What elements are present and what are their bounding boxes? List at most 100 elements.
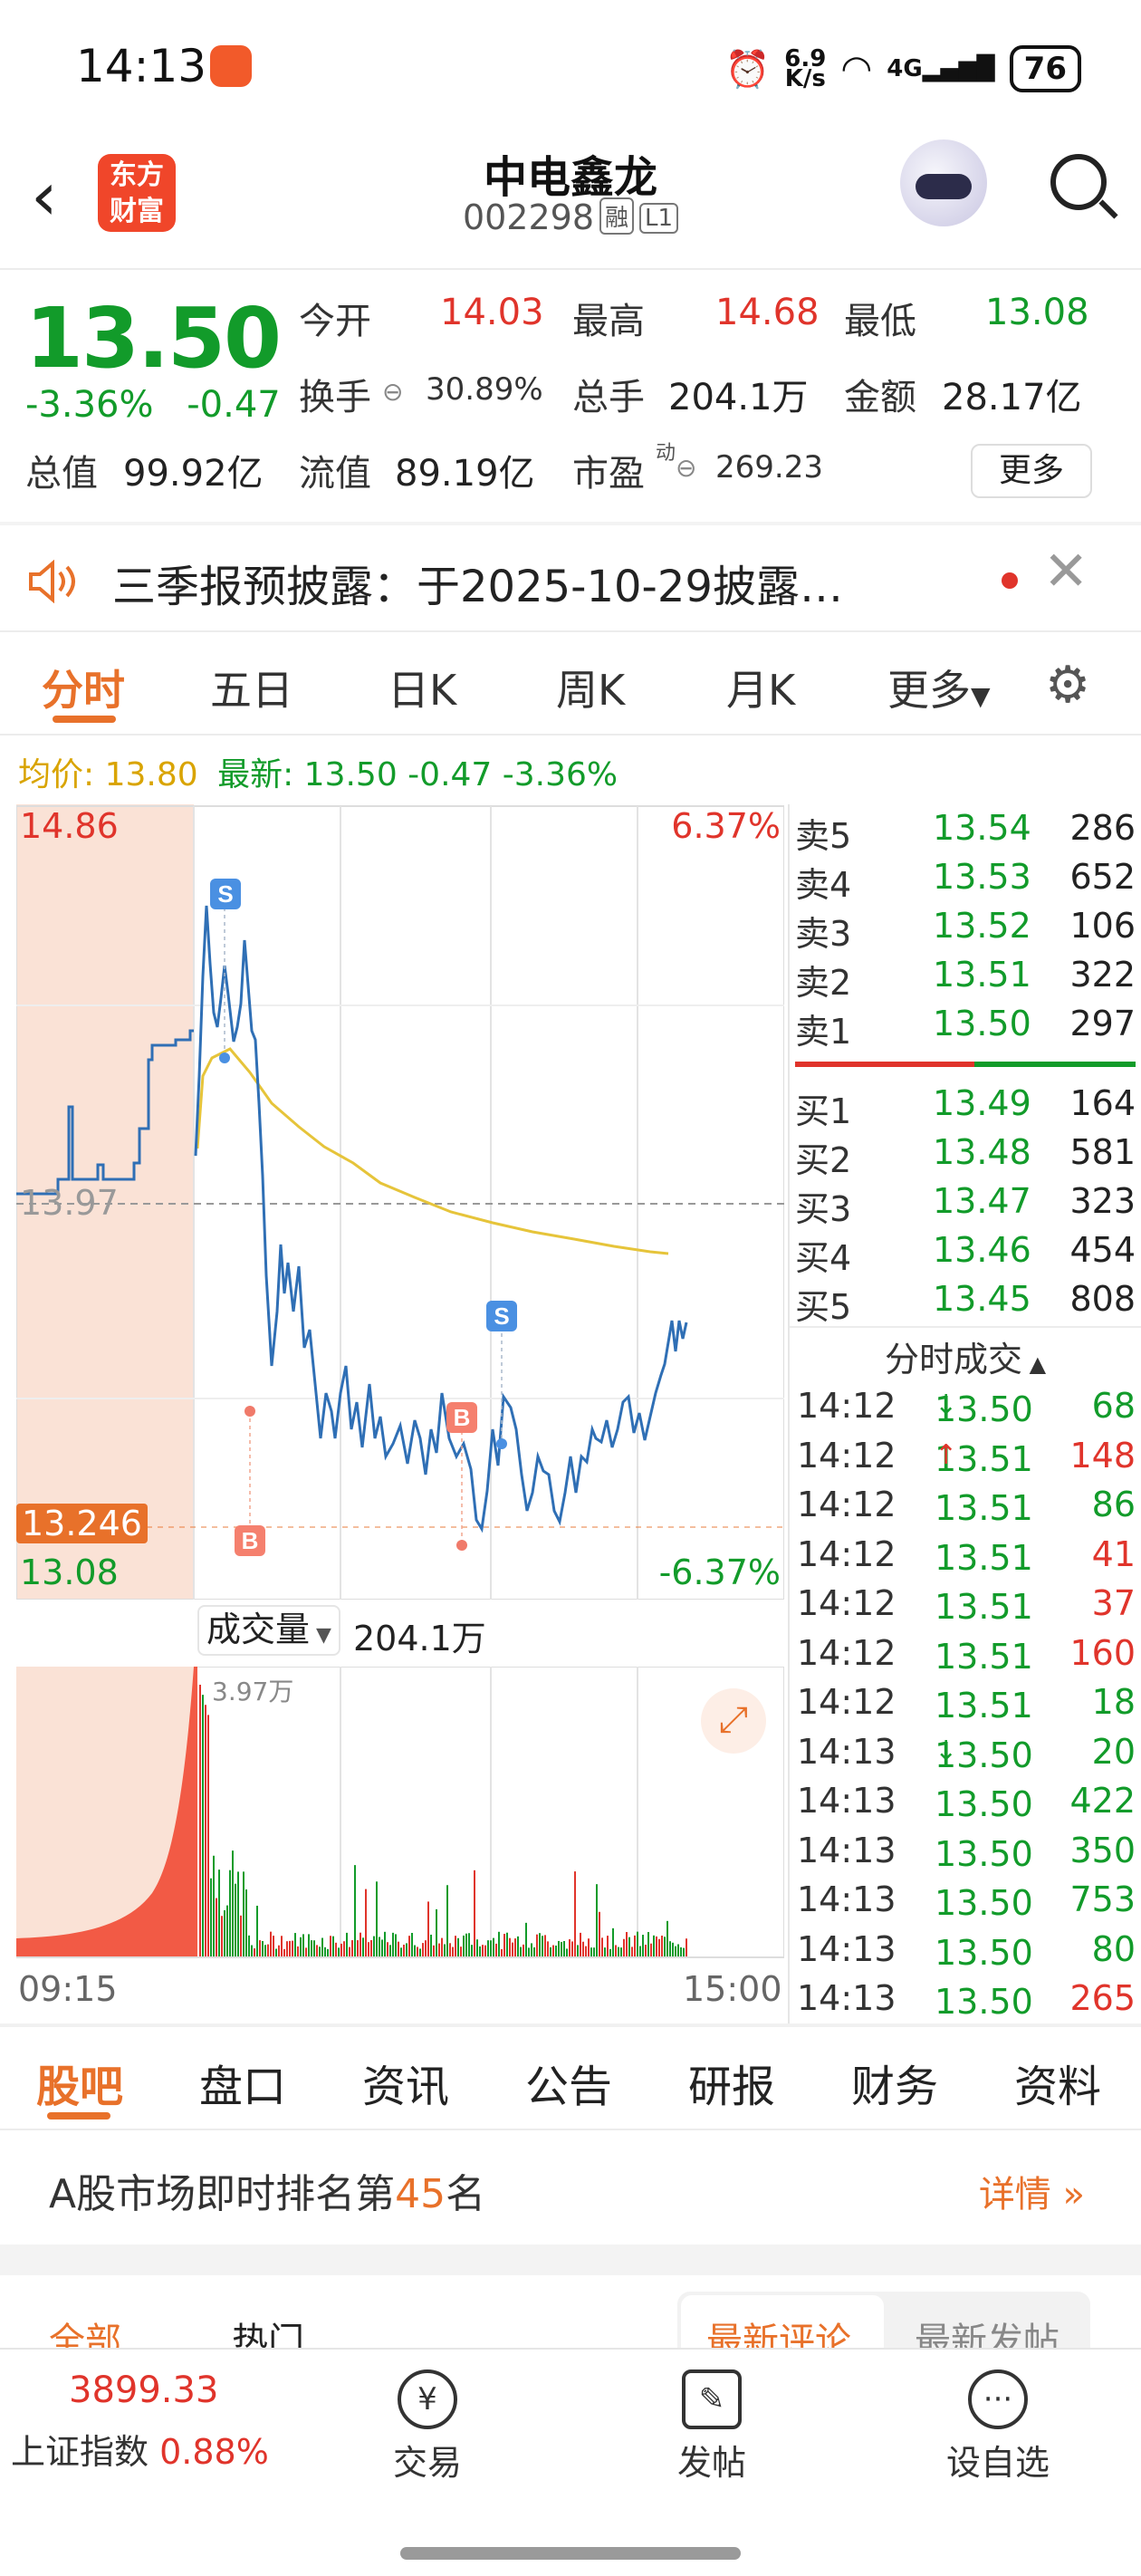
tick-row: 14:12 13.51 160: [790, 1629, 1141, 1678]
expand-icon[interactable]: ⤢: [701, 1688, 766, 1754]
pe-info-icon[interactable]: ⊖: [676, 453, 696, 483]
settings-gear-icon[interactable]: ⚙: [1045, 656, 1090, 715]
ask-row[interactable]: 卖2 13.51 322: [790, 951, 1141, 1003]
ask-label: 卖3: [795, 914, 852, 954]
tick-price-value: 13.51: [935, 1686, 1033, 1725]
info-icon[interactable]: ⊖: [382, 377, 403, 407]
sort-latest-comment[interactable]: 最新评论: [706, 2312, 851, 2348]
ask-label: 卖4: [795, 865, 852, 905]
volume-bar: [661, 1935, 663, 1956]
volume-indicator-dropdown[interactable]: 成交量 ▼: [197, 1605, 340, 1656]
filter-hot[interactable]: 热门: [232, 2312, 304, 2348]
high-value: 14.68: [715, 292, 820, 333]
tick-volume: 68: [1091, 1386, 1136, 1426]
volume-bar: [607, 1936, 609, 1956]
volume-bar: [528, 1947, 530, 1956]
tab-profile[interactable]: 资料: [1014, 2051, 1101, 2114]
content-tabs: 股吧 盘口 资讯 公告 研报 财务 资料: [0, 2029, 1141, 2129]
volume-bar: [327, 1948, 329, 1956]
ticks-title: 分时成交: [884, 1340, 1022, 1379]
volume-bar: [362, 1937, 364, 1956]
tab-monthly-k[interactable]: 月K: [726, 658, 795, 717]
tick-volume: 422: [1069, 1781, 1136, 1821]
announcement-bar[interactable]: 三季报预披露：于2025-10-29披露… ✕: [0, 525, 1141, 630]
tick-volume: 18: [1091, 1682, 1136, 1722]
float-value: 89.19亿: [395, 453, 535, 495]
latest-price: 最新: 13.50 -0.47 -3.36%: [217, 756, 618, 793]
trade-button[interactable]: ¥ 交易: [355, 2369, 500, 2485]
bid-row[interactable]: 买2 13.48 581: [790, 1129, 1141, 1180]
tab-research[interactable]: 研报: [688, 2051, 775, 2114]
volume-bar: [427, 1901, 429, 1956]
sort-latest-post[interactable]: 最新发帖: [915, 2312, 1060, 2348]
volume-bar: [550, 1946, 551, 1956]
volume-bar: [221, 1916, 223, 1956]
ask-price: 13.53: [933, 857, 1031, 897]
buy-marker-1-text: B: [242, 1527, 259, 1554]
filter-all[interactable]: 全部: [49, 2312, 121, 2348]
net-speed-unit: K/s: [784, 65, 826, 92]
volume-bar: [612, 1927, 614, 1956]
volume-bar: [677, 1944, 679, 1956]
mktcap-label: 总值: [25, 453, 98, 495]
volume-bar: [379, 1937, 380, 1956]
add-watchlist-button[interactable]: ··· 设自选: [925, 2369, 1070, 2485]
volume-bar: [482, 1945, 484, 1956]
volume-bar: [512, 1942, 513, 1956]
tab-more[interactable]: 更多▼: [887, 658, 991, 717]
tab-order-panel[interactable]: 盘口: [199, 2051, 286, 2114]
bid-row[interactable]: 买1 13.49 164: [790, 1080, 1141, 1131]
bid-row[interactable]: 买3 13.47 323: [790, 1177, 1141, 1229]
volume-bar: [666, 1920, 668, 1956]
ticks-header[interactable]: 分时成交 ▲: [790, 1331, 1141, 1381]
market-rank-bar[interactable]: A股市场即时排名第45名 详情 »: [0, 2134, 1141, 2244]
avg-price-line: 均价: 13.80 最新: 13.50 -0.47 -3.36%: [18, 748, 618, 795]
volume-value: 204.1万: [668, 377, 809, 418]
search-icon[interactable]: [1050, 154, 1107, 210]
quote-panel: 13.50 -3.36% -0.47 今开 14.03 最高 14.68 最低 …: [0, 270, 1141, 524]
net-speed: 6.9 K/s: [784, 47, 826, 92]
volume-chart-svg: [15, 1666, 785, 1959]
intraday-chart[interactable]: S S B B 14.86 6.37% 13.97 13.246 13.08 -…: [15, 804, 785, 1602]
tab-weekly-k[interactable]: 周K: [556, 658, 625, 717]
volume-bar: [509, 1937, 511, 1956]
bid-volume: 808: [1069, 1279, 1136, 1319]
ai-assistant-icon[interactable]: [900, 139, 987, 226]
index-name-line[interactable]: 上证指数 0.88%: [11, 2424, 269, 2474]
home-indicator[interactable]: [400, 2547, 741, 2560]
tab-announcements[interactable]: 公告: [525, 2051, 612, 2114]
volume-bar: [520, 1946, 522, 1956]
volume-bar: [384, 1931, 386, 1956]
ask-price: 13.52: [933, 906, 1031, 946]
ask-row[interactable]: 卖3 13.52 106: [790, 902, 1141, 954]
ask-row[interactable]: 卖4 13.53 652: [790, 853, 1141, 905]
section-divider: [0, 2023, 1141, 2027]
more-quote-button[interactable]: 更多: [971, 444, 1092, 498]
volume-chart: 3.97万 ⤢: [15, 1666, 785, 1959]
rank-detail-link[interactable]: 详情 »: [979, 2165, 1085, 2217]
index-value[interactable]: 3899.33: [69, 2369, 218, 2411]
tab-daily-k[interactable]: 日K: [388, 658, 456, 717]
volume-bar: [275, 1948, 277, 1956]
ask-row[interactable]: 卖5 13.54 286: [790, 804, 1141, 856]
tab-news[interactable]: 资讯: [362, 2051, 449, 2114]
bid-row[interactable]: 买5 13.45 808: [790, 1275, 1141, 1327]
volume-bar: [653, 1935, 655, 1956]
tab-forum[interactable]: 股吧: [36, 2051, 123, 2114]
volume-bar: [637, 1931, 638, 1956]
volume-bar: [365, 1889, 367, 1956]
dropdown-icon: ▼: [310, 1624, 331, 1647]
ask-volume: 106: [1069, 906, 1136, 946]
ask-row[interactable]: 卖1 13.50 297: [790, 1000, 1141, 1052]
tab-intraday[interactable]: 分时: [42, 658, 125, 717]
volume-bar: [240, 1915, 242, 1956]
tab-five-day[interactable]: 五日: [210, 658, 293, 717]
volume-bar: [324, 1946, 326, 1956]
close-icon[interactable]: ✕: [1043, 540, 1088, 603]
ticks-top-divider: [790, 1326, 1141, 1328]
section-gap: [0, 2244, 1141, 2275]
volume-bar: [368, 1942, 369, 1956]
post-button[interactable]: ✎ 发帖: [639, 2369, 784, 2485]
bid-row[interactable]: 买4 13.46 454: [790, 1226, 1141, 1278]
tab-finance[interactable]: 财务: [851, 2051, 938, 2114]
